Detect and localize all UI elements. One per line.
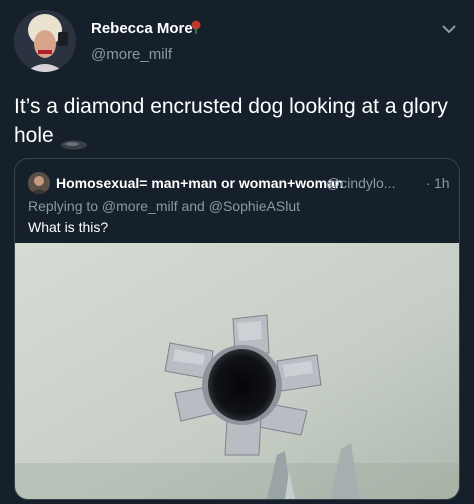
quoted-tweet[interactable]: Homosexual= man+man or woman+woman @cind… <box>14 158 460 500</box>
quoted-handle[interactable]: @cindylo... <box>326 175 395 191</box>
reply-context: Replying to @more_milf and @SophieASlut <box>28 198 301 214</box>
quoted-display-name[interactable]: Homosexual= man+man or woman+woman <box>56 175 343 191</box>
quoted-photo[interactable] <box>15 243 459 499</box>
tweet-text: It’s a diamond encrusted dog looking at … <box>14 92 454 150</box>
quoted-timestamp[interactable]: 1h <box>434 175 450 191</box>
user-avatar[interactable] <box>14 10 76 72</box>
dark-disc-emoji-icon <box>60 130 88 150</box>
user-handle[interactable]: @more_milf <box>91 46 172 63</box>
tweet-header: Rebecca More @more_milf <box>0 0 474 80</box>
quoted-text: What is this? <box>28 219 109 235</box>
separator-dot: · <box>426 175 431 191</box>
quoted-avatar[interactable] <box>28 172 50 194</box>
chevron-down-icon[interactable] <box>441 22 457 34</box>
display-name[interactable]: Rebecca More <box>91 20 193 37</box>
rose-emoji-icon <box>190 20 202 34</box>
